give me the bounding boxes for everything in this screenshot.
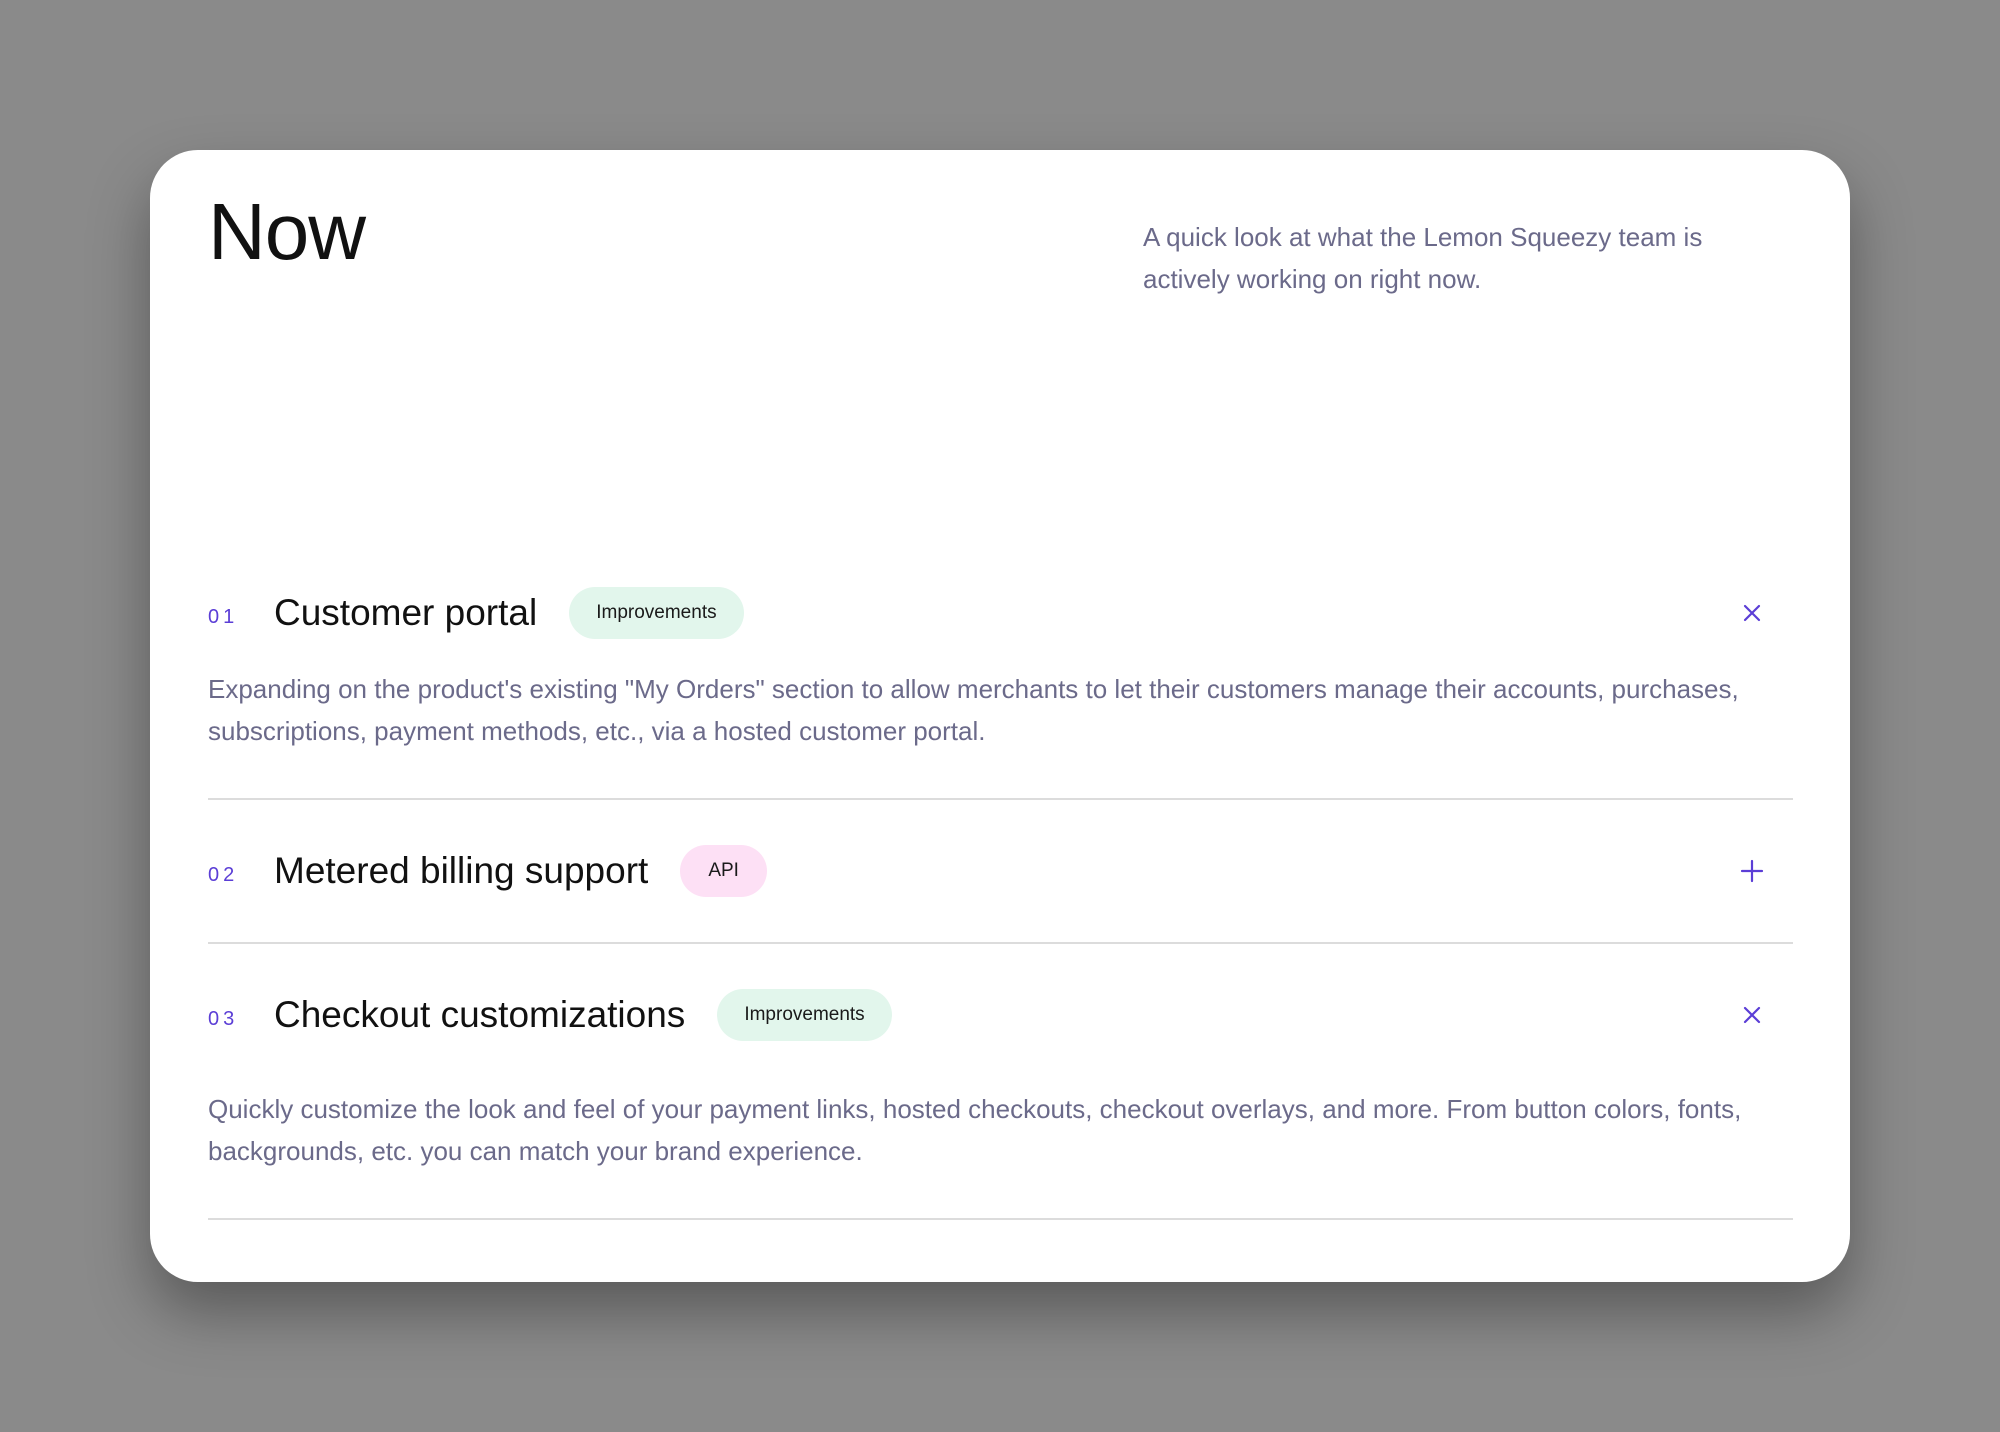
item-number: 03 [208,1007,239,1030]
item-description: Quickly customize the look and feel of y… [208,1094,1742,1166]
roadmap-item-checkout-customizations: 03 Checkout customizations Improvements … [208,944,1793,1220]
close-icon[interactable] [1737,598,1767,628]
roadmap-item-header[interactable]: 02 Metered billing support API [208,800,1793,942]
item-title: Checkout customizations [274,994,686,1035]
plus-icon[interactable] [1737,856,1767,886]
item-number: 02 [208,863,239,886]
item-tag: Improvements [717,989,892,1041]
item-description: Expanding on the product's existing "My … [208,674,1739,746]
roadmap-item-header[interactable]: 03 Checkout customizations Improvements [208,944,1793,1086]
roadmap-list: 01 Customer portal Improvements Expandin… [208,560,1793,1220]
roadmap-item-metered-billing: 02 Metered billing support API [208,800,1793,944]
item-number: 01 [208,605,239,628]
item-tag: API [680,845,767,897]
item-title: Metered billing support [274,850,649,891]
roadmap-item-header[interactable]: 01 Customer portal Improvements [208,560,1793,666]
item-title: Customer portal [274,592,538,633]
page-intro: A quick look at what the Lemon Squeezy t… [1143,222,1703,294]
roadmap-card: Now A quick look at what the Lemon Squee… [150,150,1850,1282]
item-tag: Improvements [569,587,744,639]
roadmap-item-customer-portal: 01 Customer portal Improvements Expandin… [208,560,1793,800]
close-icon[interactable] [1737,1000,1767,1030]
page-title: Now [208,187,366,276]
